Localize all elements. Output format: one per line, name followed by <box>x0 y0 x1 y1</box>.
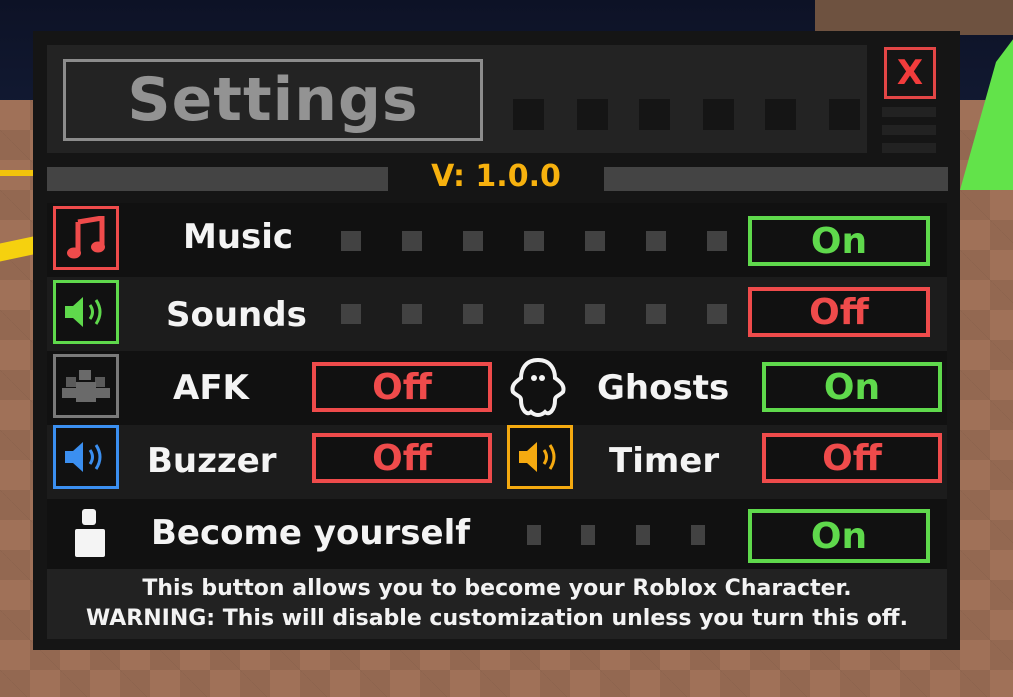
title-box: Settings <box>63 59 483 141</box>
setting-label: Sounds <box>166 295 307 335</box>
character-icon <box>71 507 111 559</box>
speaker-icon <box>53 425 119 489</box>
toggle-state: On <box>810 220 868 262</box>
decorative-dot <box>402 231 422 251</box>
decorative-square <box>639 99 670 130</box>
buzzer-toggle[interactable]: Off <box>312 433 492 483</box>
sounds-toggle[interactable]: Off <box>748 287 930 337</box>
setting-label: AFK <box>173 368 249 408</box>
music-note-icon <box>53 206 119 270</box>
decorative-dot <box>341 304 361 324</box>
page-title: Settings <box>127 65 419 135</box>
description-line: This button allows you to become your Ro… <box>142 576 852 601</box>
decorative-dot <box>524 304 544 324</box>
decorative-dot <box>581 525 595 545</box>
toggle-state: Off <box>372 437 432 479</box>
divider-bar <box>604 167 948 191</box>
close-button[interactable]: X <box>884 47 936 99</box>
toggle-state: Off <box>822 437 882 479</box>
setting-label: Buzzer <box>147 441 277 481</box>
toggle-state: On <box>823 366 881 408</box>
decorative-dot <box>341 231 361 251</box>
header: Settings <box>47 45 867 153</box>
setting-label: Ghosts <box>597 368 730 408</box>
toggle-state: On <box>810 515 868 557</box>
decorative-dot <box>585 304 605 324</box>
afk-toggle[interactable]: Off <box>312 362 492 412</box>
background-pillar <box>815 0 1013 35</box>
decorative-dot <box>585 231 605 251</box>
decorative-dot <box>402 304 422 324</box>
decorative-dot <box>691 525 705 545</box>
setting-row-music: Music On <box>47 203 947 277</box>
decorative-square <box>577 99 608 130</box>
decorative-dot <box>524 231 544 251</box>
decorative-dot <box>636 525 650 545</box>
decorative-dot <box>707 304 727 324</box>
decorative-square <box>829 99 860 130</box>
settings-panel: Settings X V: 1.0.0 Music On Sounds Off … <box>33 31 960 650</box>
setting-label: Music <box>183 217 294 257</box>
setting-label: Become yourself <box>151 513 471 553</box>
background-yellow-light <box>0 170 33 176</box>
decorative-dot <box>646 304 666 324</box>
toggle-state: Off <box>809 291 869 333</box>
description-box: This button allows you to become your Ro… <box>47 569 947 639</box>
decorative-dot <box>646 231 666 251</box>
speaker-icon <box>507 425 573 489</box>
decorative-bar <box>882 143 936 153</box>
speaker-icon <box>53 280 119 344</box>
afk-icon <box>53 354 119 418</box>
version-label: V: 1.0.0 <box>431 159 561 194</box>
setting-row-become-yourself: Become yourself On <box>47 499 947 573</box>
setting-row-sounds: Sounds Off <box>47 277 947 351</box>
become-yourself-toggle[interactable]: On <box>748 509 930 563</box>
setting-label: Timer <box>609 441 720 481</box>
toggle-state: Off <box>372 366 432 408</box>
divider-bar <box>47 167 388 191</box>
decorative-square <box>703 99 734 130</box>
close-icon: X <box>896 53 924 93</box>
decorative-dot <box>707 231 727 251</box>
setting-row-buzzer-timer: Buzzer Off Timer Off <box>47 425 947 499</box>
decorative-square <box>513 99 544 130</box>
decorative-bar <box>882 107 936 117</box>
decorative-bar <box>882 125 936 135</box>
ghosts-toggle[interactable]: On <box>762 362 942 412</box>
decorative-dot <box>527 525 541 545</box>
decorative-dot <box>463 304 483 324</box>
music-toggle[interactable]: On <box>748 216 930 266</box>
decorative-dot <box>463 231 483 251</box>
setting-row-afk-ghosts: AFK Off Ghosts On <box>47 351 947 425</box>
warning-line: WARNING: This will disable customization… <box>85 606 908 631</box>
decorative-square <box>765 99 796 130</box>
ghost-icon <box>503 354 573 422</box>
timer-toggle[interactable]: Off <box>762 433 942 483</box>
